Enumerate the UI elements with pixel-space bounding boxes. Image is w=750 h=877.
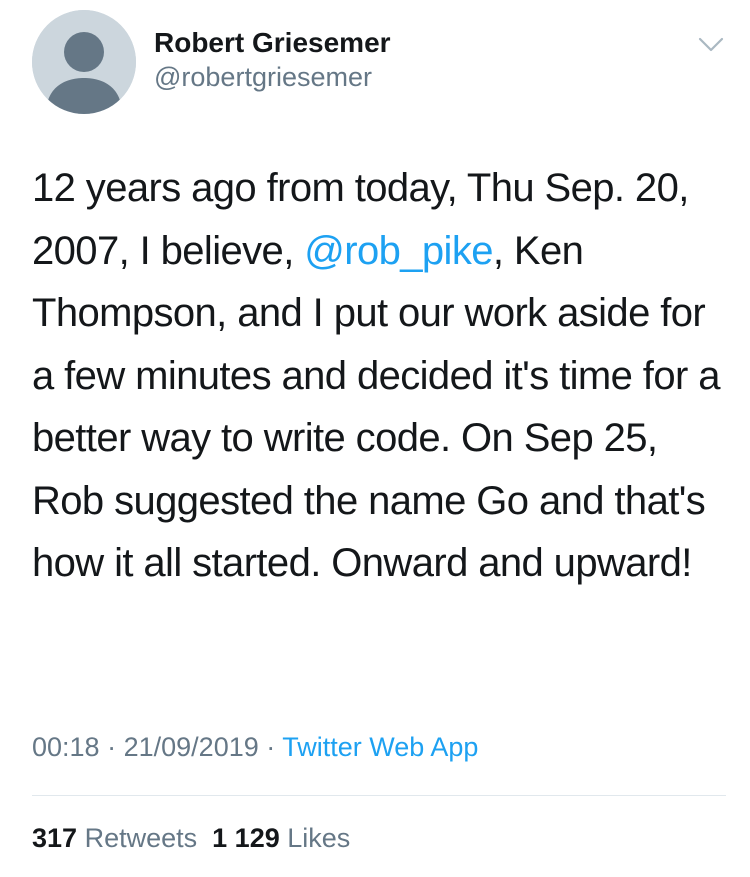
likes-label: Likes (287, 823, 351, 853)
retweets-label: Retweets (84, 823, 198, 853)
tweet-source-link[interactable]: Twitter Web App (282, 732, 478, 762)
author-names: Robert Griesemer @robertgriesemer (154, 26, 391, 94)
chevron-down-icon[interactable] (698, 36, 724, 54)
author-display-name[interactable]: Robert Griesemer (154, 26, 391, 60)
tweet-text: 12 years ago from today, Thu Sep. 20, 20… (32, 157, 722, 595)
mention-link[interactable]: @rob_pike (304, 229, 493, 273)
retweets-count: 317 (32, 823, 78, 853)
divider (32, 795, 726, 796)
retweets-stat[interactable]: 317 Retweets (32, 823, 197, 853)
tweet-date[interactable]: 21/09/2019 (124, 732, 259, 762)
author-handle[interactable]: @robertgriesemer (154, 60, 391, 94)
default-profile-icon (32, 10, 136, 114)
avatar[interactable] (32, 10, 136, 114)
likes-count: 1 129 (212, 823, 280, 853)
tweet-text-part: , Ken Thompson, and I put our work aside… (32, 228, 720, 586)
meta-separator: · (266, 732, 276, 762)
likes-stat[interactable]: 1 129 Likes (212, 823, 350, 853)
meta-separator: · (107, 732, 117, 762)
tweet-stats: 317 Retweets 1 129 Likes (32, 819, 350, 857)
tweet-time[interactable]: 00:18 (32, 732, 100, 762)
tweet: Robert Griesemer @robertgriesemer 12 yea… (0, 0, 750, 877)
tweet-header: Robert Griesemer @robertgriesemer (32, 10, 732, 120)
tweet-meta: 00:18 · 21/09/2019 · Twitter Web App (32, 728, 478, 766)
